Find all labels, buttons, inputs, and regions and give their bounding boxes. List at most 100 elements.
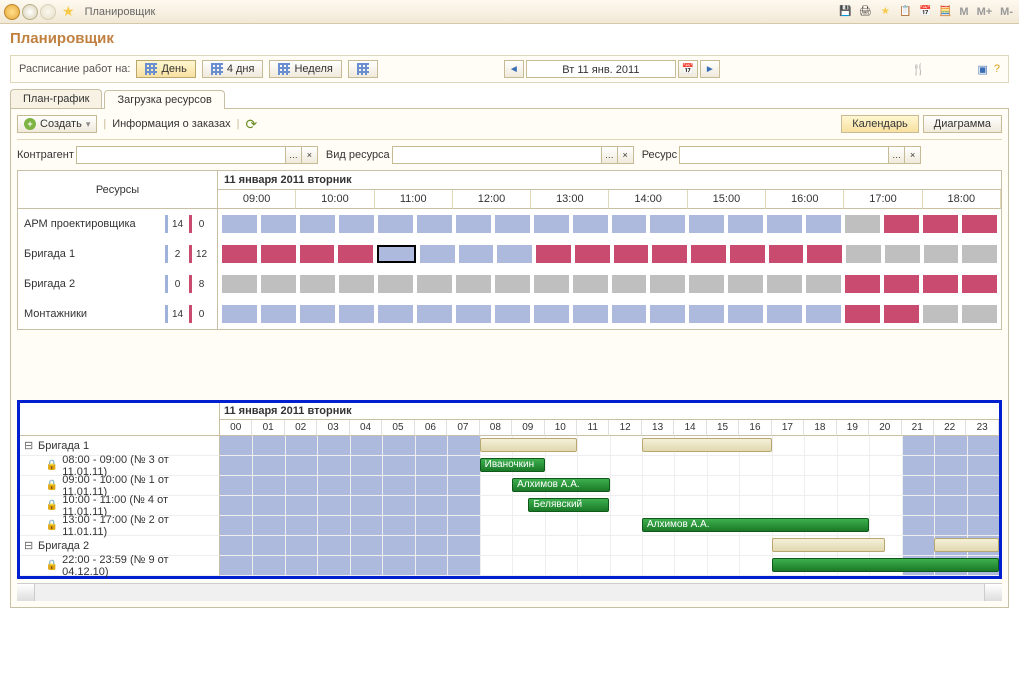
date-prev-button[interactable]: ◄ (504, 60, 524, 78)
load-slot[interactable] (806, 305, 841, 323)
load-slot[interactable] (339, 275, 374, 293)
load-slot[interactable] (728, 305, 763, 323)
horizontal-scrollbar[interactable] (17, 583, 1002, 601)
refresh-button[interactable]: ⟳ (246, 116, 258, 133)
load-slot[interactable] (845, 215, 880, 233)
load-slot[interactable] (728, 275, 763, 293)
load-slot[interactable] (884, 215, 919, 233)
load-slot[interactable] (923, 275, 958, 293)
collapse-icon[interactable]: ⊟ (24, 439, 34, 452)
load-slot[interactable] (807, 245, 842, 263)
load-slot[interactable] (300, 245, 335, 263)
load-slot[interactable] (573, 215, 608, 233)
load-slot[interactable] (962, 275, 997, 293)
load-slot[interactable] (495, 305, 530, 323)
goto-icon[interactable]: ▣ (977, 63, 987, 76)
load-slot[interactable] (420, 245, 455, 263)
load-slot[interactable] (885, 245, 920, 263)
load-slot[interactable] (300, 215, 335, 233)
task-bar[interactable]: Иваночкин (480, 458, 545, 472)
load-slot[interactable] (536, 245, 571, 263)
load-slot[interactable] (612, 305, 647, 323)
load-slot[interactable] (884, 275, 919, 293)
task-bar[interactable]: Алхимов А.А. (512, 478, 609, 492)
filter-clear-button[interactable]: × (302, 146, 318, 164)
load-slot[interactable] (417, 275, 452, 293)
group-span-bar[interactable] (934, 538, 999, 552)
load-slot[interactable] (534, 215, 569, 233)
save-icon[interactable]: 💾 (837, 4, 853, 20)
mem-mplus-button[interactable]: M+ (975, 6, 995, 18)
load-slot[interactable] (534, 305, 569, 323)
filter-clear-button[interactable]: × (618, 146, 634, 164)
load-slot[interactable] (417, 305, 452, 323)
load-slot[interactable] (534, 275, 569, 293)
load-slot[interactable] (261, 305, 296, 323)
load-slot[interactable] (378, 305, 413, 323)
load-slot[interactable] (575, 245, 610, 263)
range-week-button[interactable]: Неделя (269, 60, 341, 78)
load-slot[interactable] (923, 215, 958, 233)
settings-icon[interactable]: 🍴 (912, 63, 926, 76)
group-span-bar[interactable] (772, 538, 886, 552)
load-slot[interactable] (456, 305, 491, 323)
detail-row-label[interactable]: 🔒22:00 - 23:59 (№ 9 от 04.12.10) (20, 556, 220, 576)
load-slot[interactable] (689, 275, 724, 293)
mem-mminus-button[interactable]: M- (998, 6, 1015, 18)
load-slot[interactable] (378, 215, 413, 233)
tab-load[interactable]: Загрузка ресурсов (104, 90, 224, 109)
task-bar[interactable]: Алхимов А.А. (642, 518, 869, 532)
load-slot[interactable] (923, 305, 958, 323)
detail-row-label[interactable]: 🔒13:00 - 17:00 (№ 2 от 11.01.11) (20, 516, 220, 536)
load-slot[interactable] (689, 305, 724, 323)
filter-select-button[interactable]: … (286, 146, 302, 164)
resource-cell[interactable]: Бригада 1212 (18, 239, 218, 269)
favorite-icon[interactable]: ★ (62, 3, 75, 20)
load-slot[interactable] (924, 245, 959, 263)
load-slot[interactable] (612, 275, 647, 293)
load-slot[interactable] (962, 305, 997, 323)
filter-clear-button[interactable]: × (905, 146, 921, 164)
load-slot[interactable] (339, 305, 374, 323)
collapse-icon[interactable]: ⊟ (24, 539, 34, 552)
load-slot[interactable] (497, 245, 532, 263)
mode-calendar-button[interactable]: Календарь (841, 115, 919, 133)
date-next-button[interactable]: ► (700, 60, 720, 78)
load-slot[interactable] (456, 215, 491, 233)
load-slot[interactable] (728, 215, 763, 233)
load-slot[interactable] (845, 305, 880, 323)
load-slot[interactable] (339, 215, 374, 233)
load-slot[interactable] (652, 245, 687, 263)
load-slot[interactable] (846, 245, 881, 263)
load-slot[interactable] (650, 305, 685, 323)
resource-cell[interactable]: АРМ проектировщика140 (18, 209, 218, 239)
load-slot[interactable] (338, 245, 373, 263)
load-slot[interactable] (612, 215, 647, 233)
load-slot[interactable] (884, 305, 919, 323)
load-slot[interactable] (691, 245, 726, 263)
load-slot[interactable] (222, 275, 257, 293)
load-slot[interactable] (845, 275, 880, 293)
load-slot[interactable] (300, 305, 335, 323)
load-slot[interactable] (261, 245, 296, 263)
calendar-icon[interactable]: 📅 (917, 4, 933, 20)
calculator-icon[interactable]: 🧮 (937, 4, 953, 20)
load-slot[interactable] (456, 275, 491, 293)
load-slot[interactable] (495, 275, 530, 293)
load-slot[interactable] (222, 305, 257, 323)
task-bar[interactable]: Белявский (528, 498, 609, 512)
load-slot[interactable] (300, 275, 335, 293)
group-span-bar[interactable] (642, 438, 772, 452)
load-slot[interactable] (377, 245, 416, 263)
load-slot[interactable] (689, 215, 724, 233)
load-slot[interactable] (261, 215, 296, 233)
resource-cell[interactable]: Бригада 208 (18, 269, 218, 299)
range-4days-button[interactable]: 4 дня (202, 60, 264, 78)
range-day-button[interactable]: День (136, 60, 195, 78)
load-slot[interactable] (650, 275, 685, 293)
load-slot[interactable] (962, 215, 997, 233)
load-slot[interactable] (261, 275, 296, 293)
load-slot[interactable] (495, 215, 530, 233)
load-slot[interactable] (614, 245, 649, 263)
print-icon[interactable]: 🖨 (857, 4, 873, 20)
